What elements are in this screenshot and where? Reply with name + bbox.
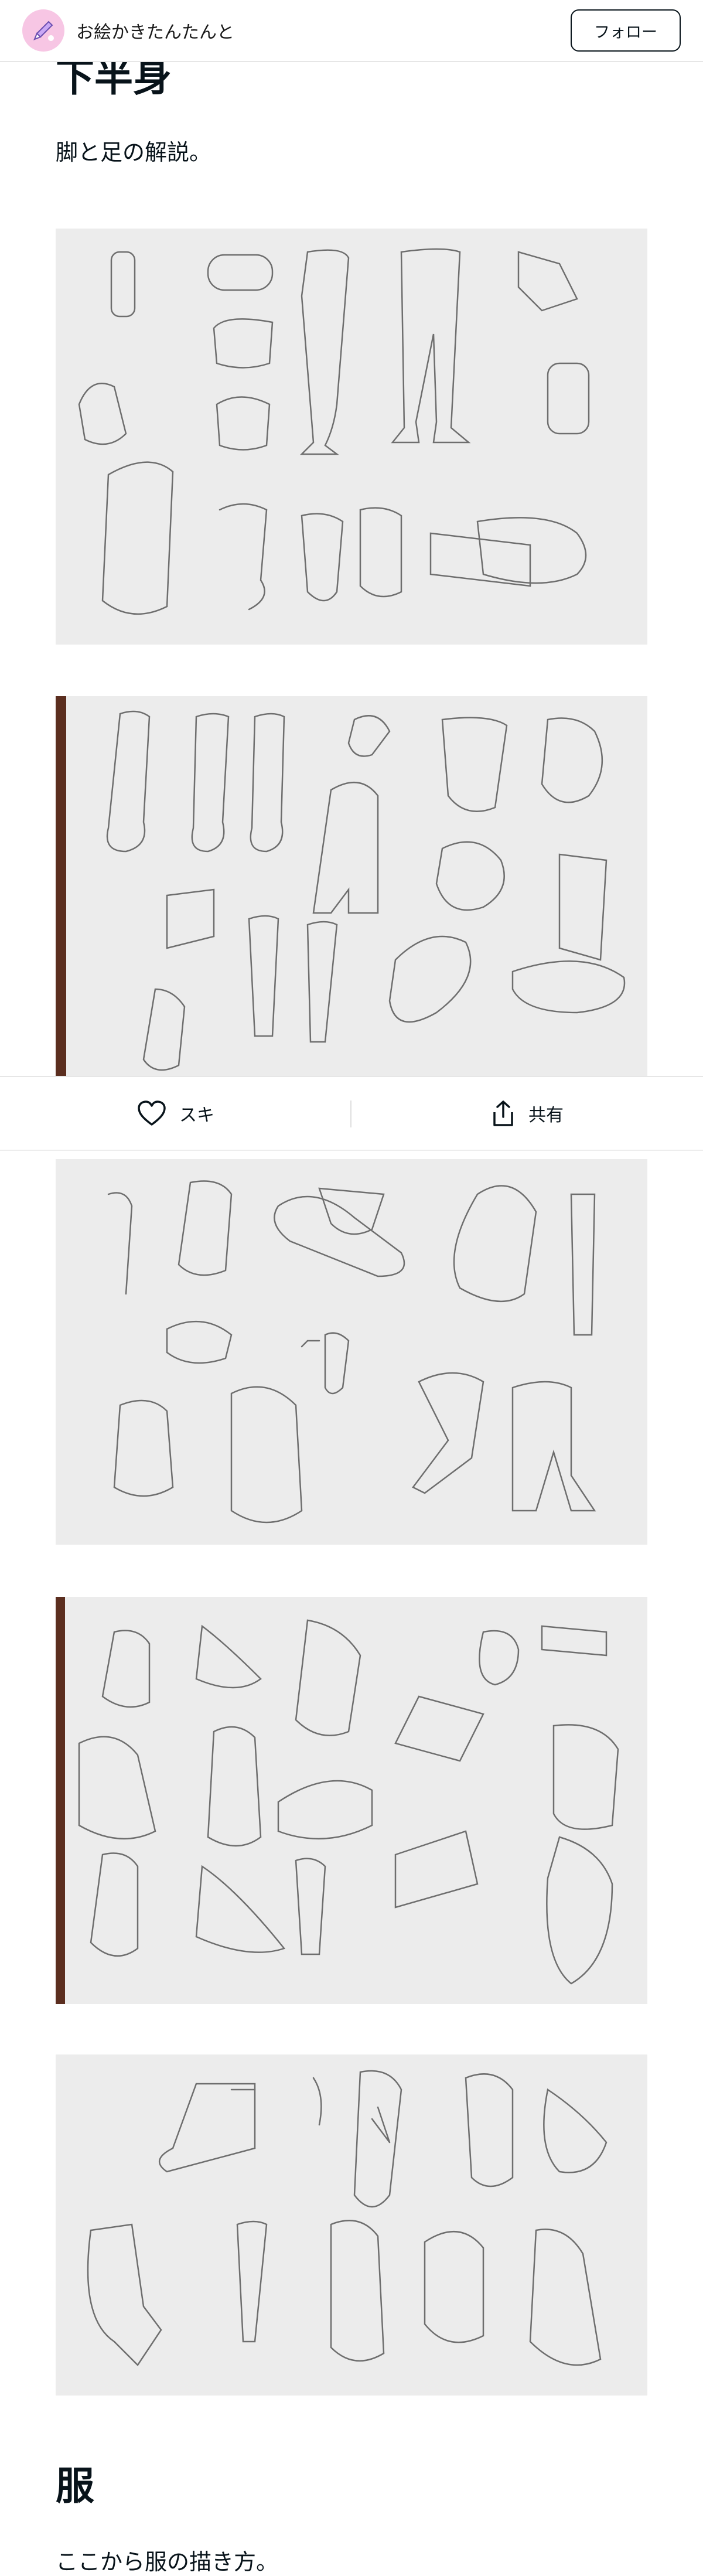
follow-button[interactable]: フォロー	[571, 9, 681, 52]
sketch-image-2	[56, 696, 647, 1077]
sketch-image-4	[56, 1597, 647, 2004]
share-icon	[493, 1100, 513, 1126]
action-bar: スキ 共有	[0, 1076, 703, 1151]
section-description-clothes: ここから服の描き方。	[56, 2549, 279, 2575]
section-description: 脚と足の解説。	[56, 139, 212, 165]
share-label: 共有	[528, 1105, 564, 1126]
site-header: お絵かきたんたんと フォロー	[0, 0, 703, 62]
sketch-image-3	[56, 1159, 647, 1545]
section-heading: 下半身	[56, 55, 172, 100]
sketch-image-5	[56, 2054, 647, 2396]
section-heading-clothes: 服	[56, 2463, 94, 2509]
site-name[interactable]: お絵かきたんたんと	[76, 18, 234, 43]
sketch-image-1	[56, 229, 647, 645]
pencil-icon	[33, 21, 54, 41]
like-button[interactable]: スキ	[0, 1077, 352, 1150]
share-button[interactable]: 共有	[352, 1077, 703, 1150]
heart-icon	[138, 1100, 166, 1126]
avatar[interactable]	[22, 9, 64, 52]
like-label: スキ	[179, 1105, 214, 1126]
